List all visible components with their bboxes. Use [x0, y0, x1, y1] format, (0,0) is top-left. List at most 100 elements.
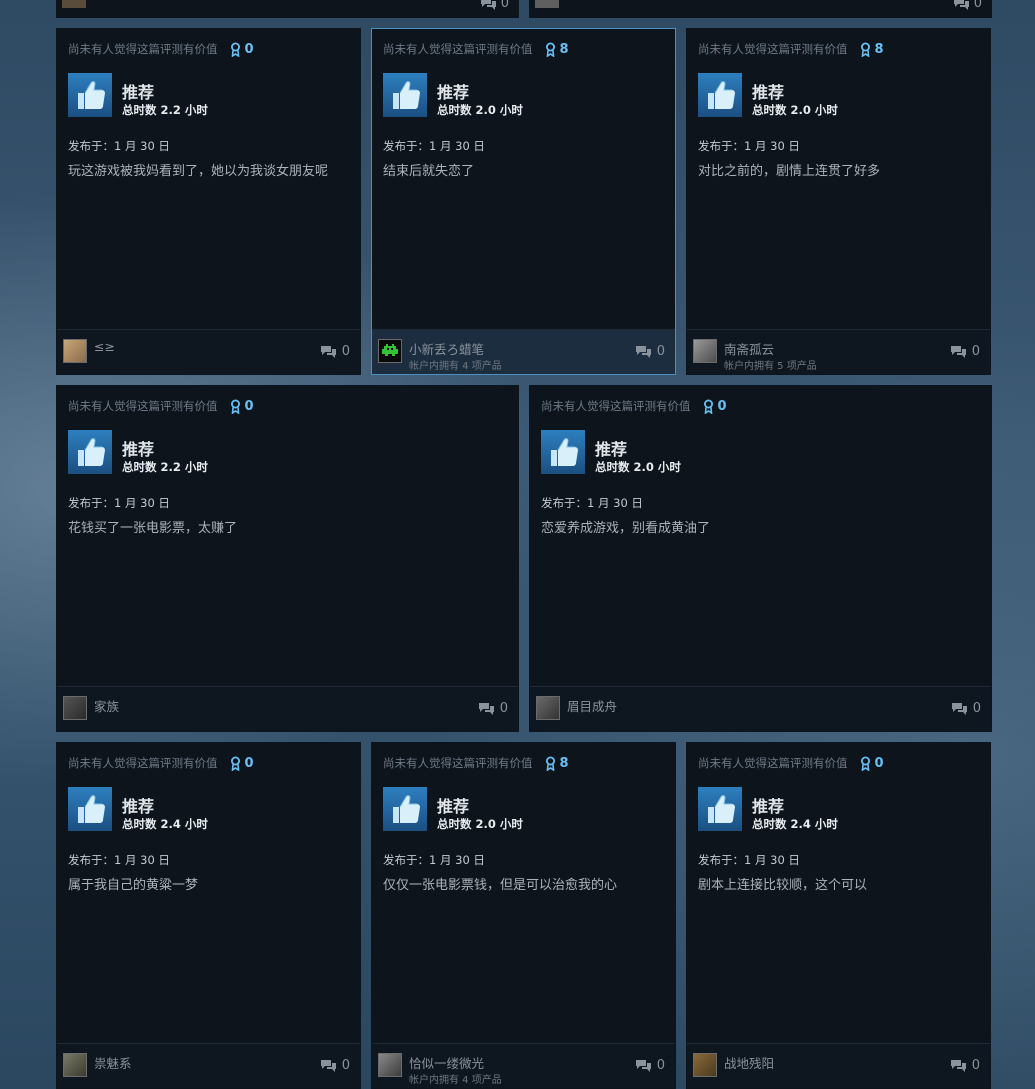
review-text: 恋爱养成游戏，别看成黄油了: [541, 521, 711, 536]
author-name[interactable]: 战地残阳: [724, 1053, 774, 1072]
products-owned: 帐户内拥有 4 项产品: [409, 361, 502, 372]
comments-button[interactable]: 0: [480, 0, 509, 11]
recommendation-title[interactable]: 推荐: [122, 79, 154, 103]
comment-count: 0: [971, 344, 980, 359]
recommendation-title[interactable]: 推荐: [122, 436, 154, 460]
author-name[interactable]: 家族: [94, 696, 119, 715]
award-button[interactable]: 8: [860, 42, 884, 57]
award-count: 0: [244, 755, 254, 771]
helpful-row: 尚未有人觉得这篇评测有价值 0: [541, 398, 727, 414]
helpful-row: 尚未有人觉得这篇评测有价值 0: [698, 755, 884, 771]
comment-count: 0: [341, 1058, 350, 1073]
comment-icon: [478, 702, 494, 715]
comments-button[interactable]: 0: [635, 1058, 665, 1073]
comments-button[interactable]: 0: [953, 0, 982, 11]
award-button[interactable]: 0: [230, 42, 254, 57]
avatar[interactable]: [378, 1053, 402, 1077]
thumbs-up-icon[interactable]: [68, 430, 112, 474]
helpful-text: 尚未有人觉得这篇评测有价值: [68, 42, 218, 56]
playtime: 总时数 2.0 小时: [595, 460, 681, 474]
avatar[interactable]: [536, 696, 560, 720]
review-card-partial-right: 0: [529, 0, 992, 18]
playtime: 总时数 2.0 小时: [437, 103, 523, 117]
author-name[interactable]: ≤≥: [94, 339, 115, 354]
review-card-7[interactable]: 尚未有人觉得这篇评测有价值 8 推荐 总时数 2.0 小时 发布于：1 月 30…: [371, 742, 676, 1089]
avatar[interactable]: [693, 339, 717, 363]
award-count: 8: [874, 41, 884, 57]
review-text: 仅仅一张电影票钱，但是可以治愈我的心: [383, 878, 618, 893]
award-button[interactable]: 0: [230, 399, 254, 414]
products-owned: 帐户内拥有 4 项产品: [409, 1075, 502, 1086]
award-icon: [860, 756, 870, 771]
comments-button[interactable]: 0: [635, 344, 665, 359]
award-button[interactable]: 8: [545, 756, 569, 771]
playtime: 总时数 2.4 小时: [122, 817, 208, 831]
posted-date: 发布于：1 月 30 日: [383, 139, 485, 153]
space-invader-icon: [382, 344, 398, 356]
helpful-text: 尚未有人觉得这篇评测有价值: [698, 756, 848, 770]
review-card-5[interactable]: 尚未有人觉得这篇评测有价值 0 推荐 总时数 2.0 小时 发布于：1 月 30…: [529, 385, 992, 732]
author-name[interactable]: 小新丢ろ蜡笔: [409, 339, 484, 358]
avatar[interactable]: [63, 339, 87, 363]
recommendation-title[interactable]: 推荐: [595, 436, 627, 460]
thumbs-up-icon[interactable]: [383, 787, 427, 831]
review-card-1[interactable]: 尚未有人觉得这篇评测有价值 0 推荐 总时数 2.2 小时 发布于：1 月 30…: [56, 28, 361, 375]
helpful-row: 尚未有人觉得这篇评测有价值 0: [68, 398, 254, 414]
comment-count: 0: [656, 344, 665, 359]
comments-button[interactable]: 0: [950, 1058, 980, 1073]
review-card-2[interactable]: 尚未有人觉得这篇评测有价值 8 推荐 总时数 2.0 小时 发布于：1 月 30…: [371, 28, 676, 375]
author-name[interactable]: 眉目成舟: [567, 696, 617, 715]
award-icon: [545, 42, 555, 57]
author-name[interactable]: 祟魅系: [94, 1053, 132, 1072]
award-count: 0: [717, 398, 727, 414]
author-name[interactable]: 南斋孤云: [724, 339, 774, 358]
thumbs-up-icon[interactable]: [698, 787, 742, 831]
comment-icon: [320, 1059, 336, 1072]
review-card-3[interactable]: 尚未有人觉得这篇评测有价值 8 推荐 总时数 2.0 小时 发布于：1 月 30…: [686, 28, 991, 375]
award-button[interactable]: 8: [545, 42, 569, 57]
thumbs-up-icon[interactable]: [68, 73, 112, 117]
thumbs-up-icon[interactable]: [541, 430, 585, 474]
comment-icon: [951, 702, 967, 715]
recommendation-title[interactable]: 推荐: [437, 793, 469, 817]
comment-icon: [953, 0, 969, 10]
award-count: 8: [559, 755, 569, 771]
recommendation-title[interactable]: 推荐: [752, 793, 784, 817]
award-button[interactable]: 0: [860, 756, 884, 771]
comment-count: 0: [656, 1058, 665, 1073]
review-card-6[interactable]: 尚未有人觉得这篇评测有价值 0 推荐 总时数 2.4 小时 发布于：1 月 30…: [56, 742, 361, 1089]
comments-button[interactable]: 0: [478, 701, 508, 716]
avatar[interactable]: [62, 0, 86, 8]
author-bar: 眉目成舟 0: [530, 686, 991, 731]
avatar[interactable]: [63, 696, 87, 720]
review-card-4[interactable]: 尚未有人觉得这篇评测有价值 0 推荐 总时数 2.2 小时 发布于：1 月 30…: [56, 385, 519, 732]
award-icon: [545, 756, 555, 771]
avatar[interactable]: [693, 1053, 717, 1077]
thumbs-up-icon[interactable]: [68, 787, 112, 831]
review-card-partial-left: 0: [56, 0, 519, 18]
comments-button[interactable]: 0: [951, 701, 981, 716]
comments-button[interactable]: 0: [320, 344, 350, 359]
helpful-row: 尚未有人觉得这篇评测有价值 0: [68, 41, 254, 57]
avatar[interactable]: [535, 0, 559, 8]
comment-count: 0: [499, 701, 508, 716]
helpful-text: 尚未有人觉得这篇评测有价值: [698, 42, 848, 56]
recommendation-title[interactable]: 推荐: [122, 793, 154, 817]
award-button[interactable]: 0: [703, 399, 727, 414]
thumbs-up-icon[interactable]: [383, 73, 427, 117]
comments-button[interactable]: 0: [320, 1058, 350, 1073]
review-card-8[interactable]: 尚未有人觉得这篇评测有价值 0 推荐 总时数 2.4 小时 发布于：1 月 30…: [686, 742, 991, 1089]
comments-button[interactable]: 0: [950, 344, 980, 359]
comment-count: 0: [972, 701, 981, 716]
thumbs-up-icon[interactable]: [698, 73, 742, 117]
avatar[interactable]: [63, 1053, 87, 1077]
recommendation-title[interactable]: 推荐: [437, 79, 469, 103]
avatar[interactable]: [378, 339, 402, 363]
award-icon: [703, 399, 713, 414]
recommendation-title[interactable]: 推荐: [752, 79, 784, 103]
playtime: 总时数 2.0 小时: [437, 817, 523, 831]
posted-date: 发布于：1 月 30 日: [68, 496, 170, 510]
helpful-text: 尚未有人觉得这篇评测有价值: [68, 756, 218, 770]
author-name[interactable]: 恰似一缕微光: [409, 1053, 484, 1072]
award-button[interactable]: 0: [230, 756, 254, 771]
